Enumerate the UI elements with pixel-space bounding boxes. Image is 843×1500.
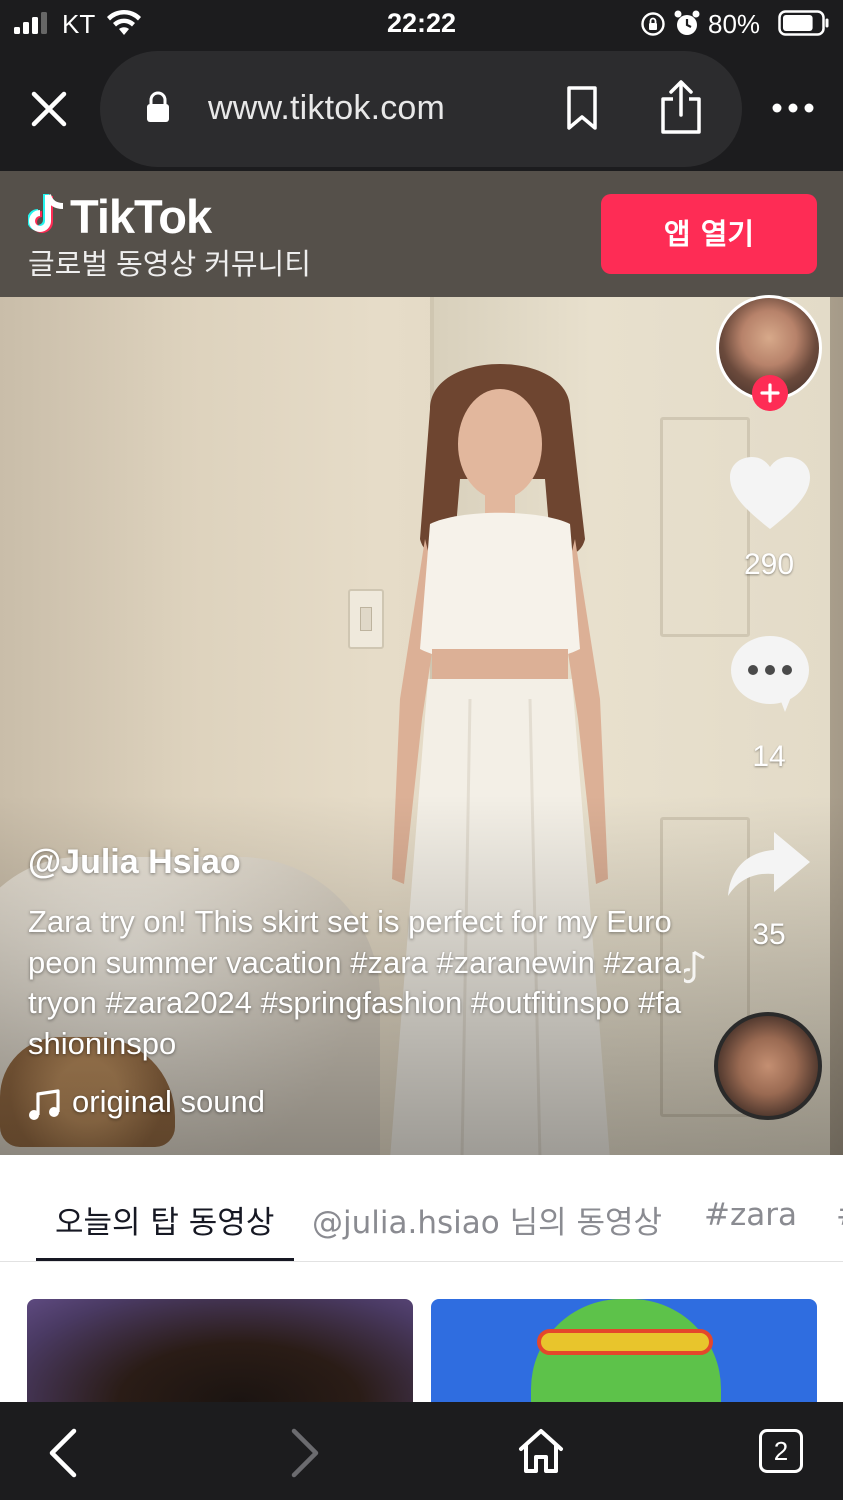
url-field[interactable]: www.tiktok.com xyxy=(100,51,742,167)
forward-icon[interactable] xyxy=(284,1427,324,1479)
tab-top-videos[interactable]: 오늘의 탑 동영상 xyxy=(55,1197,274,1242)
heart-icon[interactable] xyxy=(728,455,812,533)
sound-name: original sound xyxy=(72,1084,266,1119)
tiktok-note-icon xyxy=(28,194,64,233)
share-icon[interactable] xyxy=(658,79,704,135)
video-thumbnail[interactable] xyxy=(431,1299,817,1402)
video-tabs: 오늘의 탑 동영상 @julia.hsiao 님의 동영상 #zara # xyxy=(0,1155,843,1262)
like-count: 290 xyxy=(743,548,795,581)
battery-percent: 80% xyxy=(708,9,761,39)
close-icon[interactable] xyxy=(26,86,72,132)
status-bar: KT 22:22 80% xyxy=(0,0,843,48)
banner-subtitle: 글로벌 동영상 커뮤니티 xyxy=(28,249,311,281)
thumbnail-toy-band xyxy=(537,1329,713,1355)
music-note-icon xyxy=(29,1089,60,1120)
creator-username[interactable]: @Julia Hsiao xyxy=(28,843,241,882)
back-icon[interactable] xyxy=(44,1427,84,1479)
comment-icon[interactable] xyxy=(729,634,811,714)
padlock-icon xyxy=(147,91,169,122)
video-caption: Zara try on! This skirt set is perfect f… xyxy=(28,904,682,1061)
alarm-icon xyxy=(674,10,700,35)
url-text: www.tiktok.com xyxy=(208,89,446,127)
tab-switcher-button[interactable]: 2 xyxy=(759,1429,803,1473)
tiktok-wordmark: TikTok xyxy=(70,190,212,243)
follow-plus-icon[interactable] xyxy=(752,375,788,411)
share-count: 35 xyxy=(752,918,786,951)
music-disc[interactable] xyxy=(714,1012,822,1120)
share-arrow-icon[interactable] xyxy=(726,830,812,898)
comment-count: 14 xyxy=(752,740,786,773)
open-app-button[interactable]: 앱 열기 xyxy=(601,194,817,274)
tiktok-logo: TikTok xyxy=(28,189,258,243)
tab-creator-videos[interactable]: @julia.hsiao 님의 동영상 xyxy=(312,1197,662,1242)
video-thumbnail[interactable] xyxy=(27,1299,413,1402)
tab-more-hashtag[interactable]: # xyxy=(836,1197,843,1233)
browser-address-bar: www.tiktok.com xyxy=(0,48,843,171)
rotation-lock-icon xyxy=(641,12,665,36)
tiktok-app-banner: TikTok 글로벌 동영상 커뮤니티 앱 열기 xyxy=(0,171,843,297)
battery-icon xyxy=(778,10,829,36)
tab-hashtag-zara[interactable]: #zara xyxy=(704,1197,797,1233)
active-tab-indicator xyxy=(36,1258,294,1261)
home-icon[interactable] xyxy=(517,1427,565,1475)
bookmark-icon[interactable] xyxy=(564,85,600,131)
more-options-icon[interactable] xyxy=(770,96,816,120)
related-section: 오늘의 탑 동영상 @julia.hsiao 님의 동영상 #zara # xyxy=(0,1155,843,1402)
browser-toolbar: 2 xyxy=(0,1402,843,1500)
